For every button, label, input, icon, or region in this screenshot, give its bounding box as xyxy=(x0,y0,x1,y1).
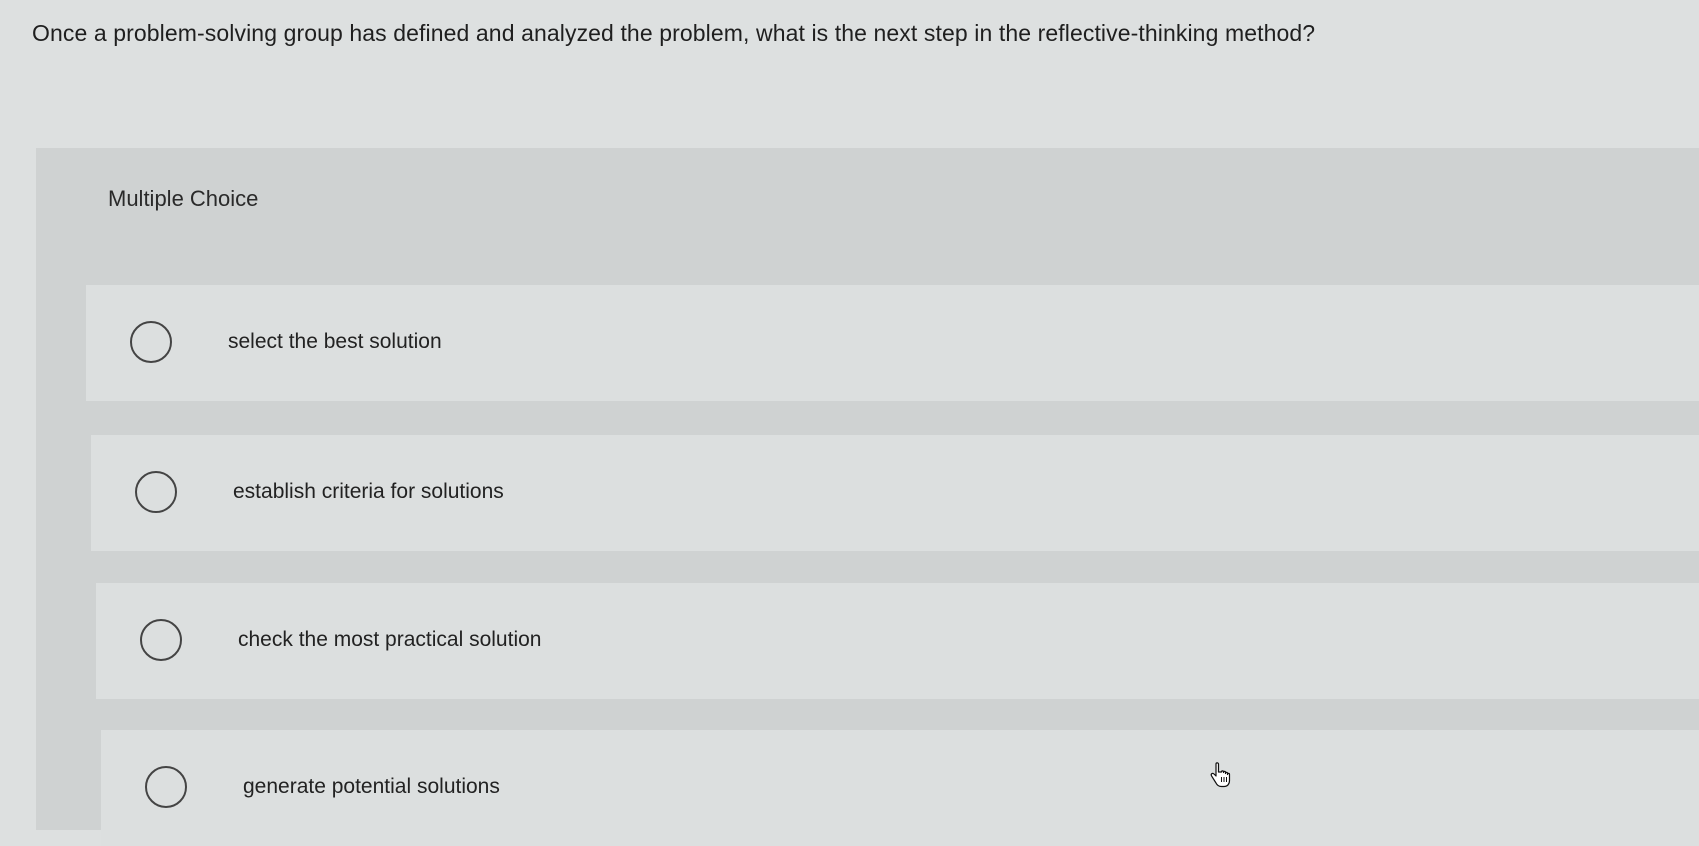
answer-options-list: select the best solution establish crite… xyxy=(36,240,1699,846)
answer-option-1[interactable]: select the best solution xyxy=(86,285,1699,401)
answer-option-3[interactable]: check the most practical solution xyxy=(96,583,1699,699)
answer-option-2[interactable]: establish criteria for solutions xyxy=(91,435,1699,551)
hand-pointer-icon xyxy=(1210,762,1231,788)
answer-option-label: check the most practical solution xyxy=(238,628,542,651)
question-text: Once a problem-solving group has defined… xyxy=(32,20,1316,46)
radio-button-icon[interactable] xyxy=(145,766,187,808)
radio-button-icon[interactable] xyxy=(140,619,182,661)
answer-option-label: select the best solution xyxy=(228,330,442,353)
answer-option-4[interactable]: generate potential solutions xyxy=(101,730,1699,846)
question-type-header: Multiple Choice xyxy=(36,148,1699,240)
question-type-label: Multiple Choice xyxy=(108,186,259,211)
answer-option-label: establish criteria for solutions xyxy=(233,480,504,503)
radio-button-icon[interactable] xyxy=(130,321,172,363)
answer-option-label: generate potential solutions xyxy=(243,775,500,798)
radio-button-icon[interactable] xyxy=(135,471,177,513)
